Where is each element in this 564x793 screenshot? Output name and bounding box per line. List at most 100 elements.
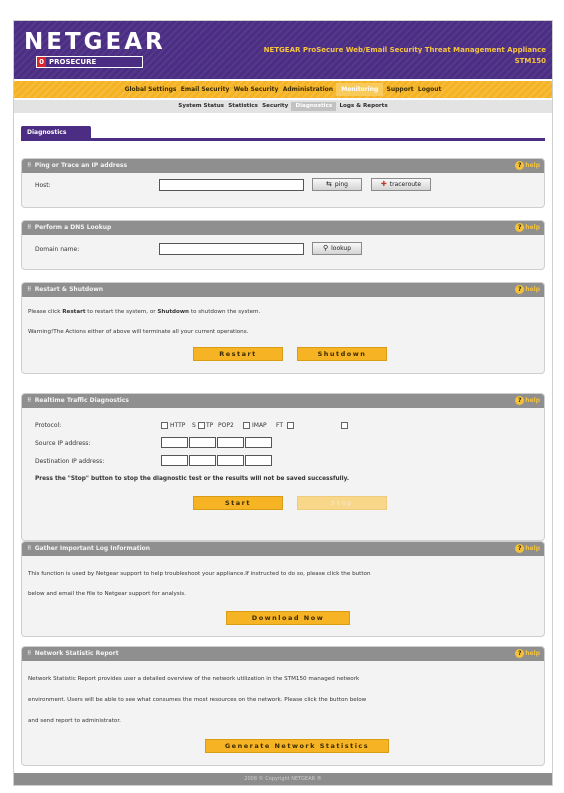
destination-ip-octet-1[interactable]: [161, 455, 188, 466]
destination-ip-octet-2[interactable]: [189, 455, 216, 466]
section-title: Gather Important Log Information: [34, 545, 151, 552]
help-link[interactable]: ? help: [515, 285, 540, 295]
subnav-logs-reports[interactable]: Logs & Reports: [338, 100, 388, 113]
help-link[interactable]: ? help: [515, 649, 540, 659]
ping-button[interactable]: ⇆ ping: [312, 178, 362, 191]
protocol-imap-checkbox[interactable]: [243, 422, 250, 429]
nav-global-settings[interactable]: Global Settings: [124, 81, 178, 98]
sub-navigation: System Status Statistics Security Diagno…: [14, 100, 552, 113]
section-title: Realtime Traffic Diagnostics: [34, 397, 129, 404]
section-header: ⠿ Gather Important Log Information ? help: [22, 542, 544, 556]
grip-icon: ⠿: [27, 286, 32, 293]
footer-copyright: 2008 © Copyright NETGEAR ®: [14, 773, 552, 785]
netstat-description-line2: environment. Users will be able to see w…: [28, 697, 367, 703]
destination-ip-label: Destination IP address:: [35, 458, 105, 465]
main-navigation: Global Settings Email Security Web Secur…: [14, 81, 552, 98]
section-header: ⠿ Restart & Shutdown ? help: [22, 283, 544, 297]
help-icon: ?: [515, 649, 525, 658]
source-ip-octet-2[interactable]: [189, 437, 216, 448]
logs-description-line2: below and email the file to Netgear supp…: [28, 591, 186, 597]
shutdown-button[interactable]: Shutdown: [297, 347, 387, 361]
destination-ip-octet-3[interactable]: [217, 455, 244, 466]
domain-name-input[interactable]: [159, 243, 304, 255]
header-banner: NETGEAR 0 PROSECURE NETGEAR ProSecure Web…: [14, 21, 552, 79]
protocol-smtp-checkbox[interactable]: [198, 422, 205, 429]
source-ip-octet-3[interactable]: [217, 437, 244, 448]
section-title: Network Statistic Report: [34, 650, 119, 657]
protocol-pop2-label: POP2: [218, 422, 234, 429]
netgear-logo[interactable]: NETGEAR: [24, 29, 166, 55]
nav-support[interactable]: Support: [386, 81, 415, 98]
protocol-ftp-checkbox[interactable]: [287, 422, 294, 429]
product-title-line1: NETGEAR ProSecure Web/Email Security Thr…: [263, 46, 546, 54]
protocol-http-checkbox[interactable]: [161, 422, 168, 429]
help-link[interactable]: ? help: [515, 161, 540, 171]
help-icon: ?: [515, 161, 525, 170]
subnav-system-status[interactable]: System Status: [177, 100, 225, 113]
subnav-statistics[interactable]: Statistics: [227, 100, 259, 113]
help-link[interactable]: ? help: [515, 544, 540, 554]
protocol-extra-checkbox[interactable]: [341, 422, 348, 429]
tab-underline: [21, 138, 545, 141]
download-now-button[interactable]: Download Now: [226, 611, 350, 625]
grip-icon: ⠿: [27, 162, 32, 169]
help-icon: ?: [515, 544, 525, 553]
nav-web-security[interactable]: Web Security: [233, 81, 280, 98]
section-title: Restart & Shutdown: [34, 286, 104, 293]
restart-button[interactable]: Restart: [193, 347, 283, 361]
help-link[interactable]: ? help: [515, 223, 540, 233]
netstat-description-line3: and send report to administrator.: [28, 718, 121, 724]
help-icon: ?: [515, 223, 525, 232]
grip-icon: ⠿: [27, 224, 32, 231]
protocol-label: Protocol:: [35, 422, 62, 429]
product-title: NETGEAR ProSecure Web/Email Security Thr…: [186, 45, 546, 67]
section-header: ⠿ Realtime Traffic Diagnostics ? help: [22, 394, 544, 408]
source-ip-octet-1[interactable]: [161, 437, 188, 448]
section-title: Ping or Trace an IP address: [34, 162, 128, 169]
app-frame: NETGEAR 0 PROSECURE NETGEAR ProSecure Web…: [13, 20, 553, 786]
section-header: ⠿ Ping or Trace an IP address ? help: [22, 159, 544, 173]
grip-icon: ⠿: [27, 545, 32, 552]
section-title: Perform a DNS Lookup: [34, 224, 112, 231]
help-link[interactable]: ? help: [515, 396, 540, 406]
section-header: ⠿ Perform a DNS Lookup ? help: [22, 221, 544, 235]
section-ping-trace: ⠿ Ping or Trace an IP address ? help Host:…: [21, 158, 545, 208]
start-button[interactable]: Start: [193, 496, 283, 510]
protocol-tp-label: TP: [206, 422, 214, 429]
subnav-security[interactable]: Security: [261, 100, 289, 113]
protocol-imap-label: IMAP: [252, 422, 267, 429]
generate-network-statistics-button[interactable]: Generate Network Statistics: [205, 739, 389, 753]
nav-email-security[interactable]: Email Security: [180, 81, 231, 98]
protocol-ftp-label: FT: [276, 422, 284, 429]
protocol-http-label: HTTP: [170, 422, 186, 429]
destination-ip-octet-4[interactable]: [245, 455, 272, 466]
lookup-button[interactable]: ⚲ lookup: [312, 242, 362, 255]
nav-administration[interactable]: Administration: [282, 81, 334, 98]
traceroute-button[interactable]: ✚ traceroute: [371, 178, 431, 191]
section-gather-logs: ⠿ Gather Important Log Information ? help …: [21, 541, 545, 637]
source-ip-label: Source IP address:: [35, 440, 91, 447]
host-label: Host:: [35, 182, 51, 189]
protocol-s-label: S: [192, 422, 196, 429]
subnav-diagnostics[interactable]: Diagnostics: [291, 102, 337, 111]
prosecure-badge: 0 PROSECURE: [36, 56, 143, 68]
restart-warning: Warning!The Actions either of above will…: [28, 329, 249, 335]
prosecure-logo-icon: 0: [37, 57, 46, 67]
section-header: ⠿ Network Statistic Report ? help: [22, 647, 544, 661]
stop-button[interactable]: Stop: [297, 496, 387, 510]
domain-name-label: Domain name:: [35, 246, 80, 253]
product-title-line2: STM150: [514, 57, 546, 65]
help-icon: ?: [515, 396, 525, 405]
magnifier-icon: ⚲: [322, 244, 329, 252]
section-network-statistics: ⠿ Network Statistic Report ? help Network …: [21, 646, 545, 766]
ping-icon: ⇆: [326, 180, 332, 188]
section-restart-shutdown: ⠿ Restart & Shutdown ? help Please click R…: [21, 282, 545, 374]
netstat-description-line1: Network Statistic Report provides user a…: [28, 676, 360, 682]
nav-logout[interactable]: Logout: [417, 81, 443, 98]
source-ip-octet-4[interactable]: [245, 437, 272, 448]
host-input[interactable]: [159, 179, 304, 191]
section-realtime-traffic: ⠿ Realtime Traffic Diagnostics ? help Prot…: [21, 393, 545, 541]
stop-button-note: Press the "Stop" button to stop the diag…: [35, 476, 350, 482]
nav-monitoring[interactable]: Monitoring: [336, 83, 384, 96]
traceroute-icon: ✚: [380, 180, 387, 188]
